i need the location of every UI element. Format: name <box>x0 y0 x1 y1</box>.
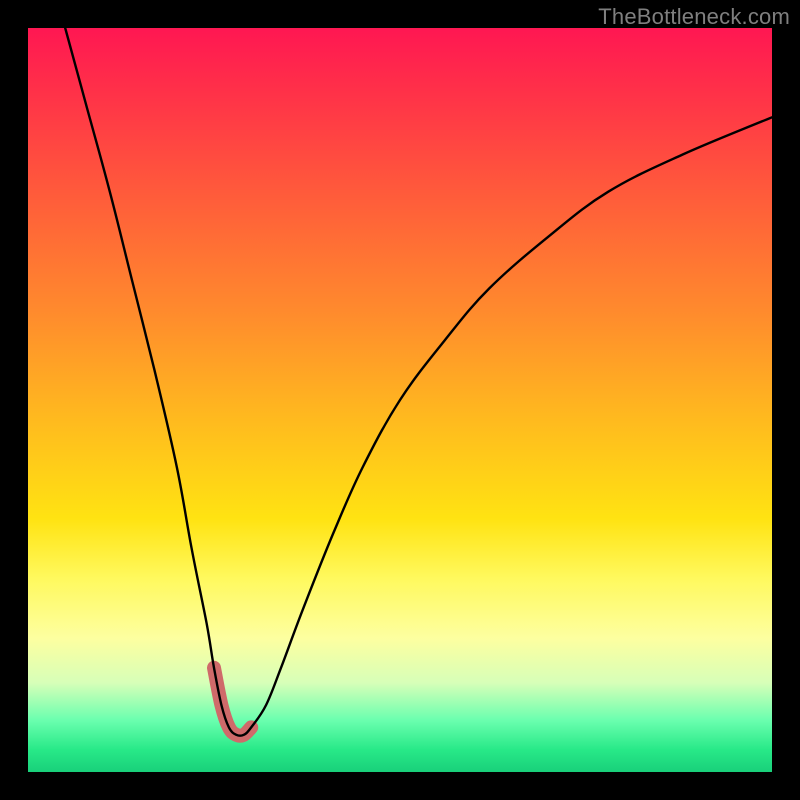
watermark-text: TheBottleneck.com <box>598 4 790 30</box>
plot-area <box>28 28 772 772</box>
bottleneck-curve <box>65 28 772 736</box>
chart-stage: TheBottleneck.com <box>0 0 800 800</box>
bottleneck-curve-svg <box>28 28 772 772</box>
